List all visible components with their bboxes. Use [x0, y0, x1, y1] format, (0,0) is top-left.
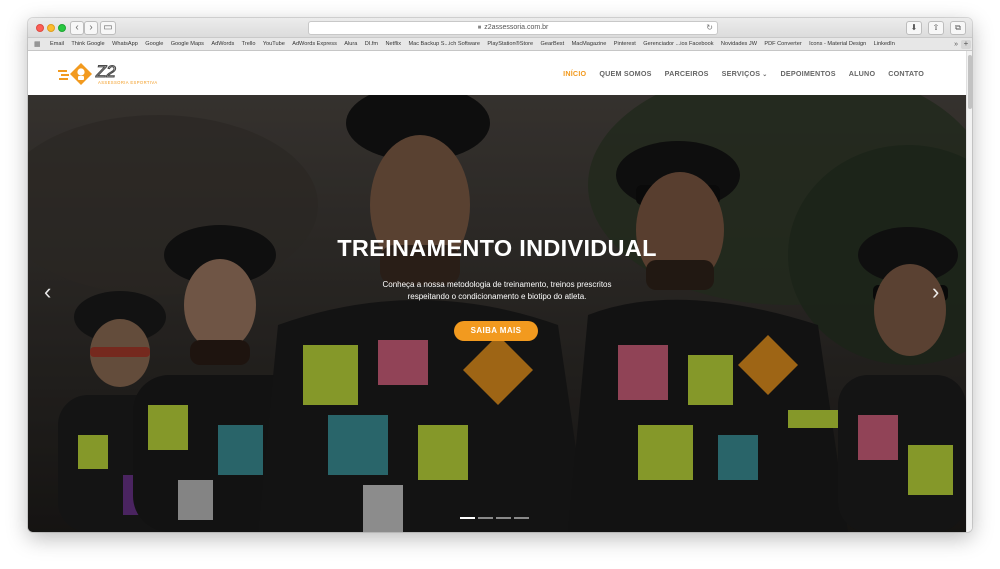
slider-pagination: [460, 517, 529, 519]
reload-icon[interactable]: ↻: [706, 22, 713, 34]
menu-item-aluno[interactable]: ALUNO: [849, 69, 876, 78]
logo-tagline-text: ASSESSORIA ESPORTIVA: [98, 80, 158, 85]
browser-titlebar: ‹ › ▭ ■ z2assessoria.com.br ↻ ⬇ ⇧ ⧉: [28, 18, 972, 38]
bookmarks-bar: ▦ Email Think Google WhatsApp Google Goo…: [28, 38, 972, 51]
bookmark-item[interactable]: Mac Backup S...ich Software: [408, 38, 480, 51]
minimize-window-button[interactable]: [47, 24, 55, 32]
hero-slider: TREINAMENTO INDIVIDUAL Conheça a nossa m…: [28, 95, 966, 532]
chevron-right-icon[interactable]: ›: [932, 281, 939, 303]
bookmark-item[interactable]: YouTube: [263, 38, 285, 51]
saiba-mais-button[interactable]: SAIBA MAIS: [454, 321, 538, 341]
chevron-left-icon[interactable]: ‹: [44, 281, 51, 303]
bookmark-item[interactable]: Novidades JW: [721, 38, 757, 51]
site-logo[interactable]: Z2 ASSESSORIA ESPORTIVA: [58, 61, 168, 85]
bookmark-item[interactable]: MacMagazine: [572, 38, 607, 51]
new-tab-icon[interactable]: +: [961, 40, 971, 49]
address-bar-url: z2assessoria.com.br: [484, 24, 549, 31]
address-bar[interactable]: ■ z2assessoria.com.br ↻: [308, 21, 718, 35]
download-icon[interactable]: ⬇: [906, 21, 922, 35]
bookmark-item[interactable]: DI.fm: [365, 38, 378, 51]
bookmark-item[interactable]: Alura: [344, 38, 357, 51]
tabs-overview-icon[interactable]: ⧉: [950, 21, 966, 35]
close-window-button[interactable]: [36, 24, 44, 32]
menu-item-depoimentos[interactable]: DEPOIMENTOS: [781, 69, 836, 78]
bookmark-item[interactable]: PlayStation®Store: [487, 38, 533, 51]
share-icon[interactable]: ⇧: [928, 21, 944, 35]
bookmark-item[interactable]: Google: [145, 38, 163, 51]
back-icon[interactable]: ‹: [70, 21, 84, 35]
bookmark-item[interactable]: Gerenciador ...ios Facebook: [643, 38, 713, 51]
maximize-window-button[interactable]: [58, 24, 66, 32]
slider-dot[interactable]: [460, 517, 475, 519]
bookmark-item[interactable]: AdWords Express: [292, 38, 337, 51]
bookmark-item[interactable]: Netflix: [386, 38, 402, 51]
slider-dot[interactable]: [496, 517, 511, 519]
bookmark-item[interactable]: Email: [50, 38, 64, 51]
bookmark-item[interactable]: LinkedIn: [874, 38, 895, 51]
menu-item-inicio[interactable]: INÍCIO: [563, 69, 586, 78]
site-header: Z2 ASSESSORIA ESPORTIVA INÍCIO QUEM SOMO…: [28, 51, 966, 95]
menu-item-contato[interactable]: CONTATO: [888, 69, 924, 78]
scrollbar-thumb[interactable]: [968, 55, 972, 109]
menu-item-parceiros[interactable]: PARCEIROS: [665, 69, 709, 78]
lock-icon: ■: [477, 25, 482, 31]
bookmark-item[interactable]: AdWords: [211, 38, 234, 51]
hero-subtitle: Conheça a nossa metodologia de treinamen…: [382, 280, 612, 301]
bookmark-item[interactable]: Google Maps: [171, 38, 204, 51]
menu-item-quem-somos[interactable]: QUEM SOMOS: [599, 69, 651, 78]
bookmark-list: Email Think Google WhatsApp Google Googl…: [50, 38, 895, 51]
bookmark-item[interactable]: GearBest: [541, 38, 565, 51]
bookmark-item[interactable]: PDF Converter: [764, 38, 801, 51]
slider-dot[interactable]: [514, 517, 529, 519]
bookmark-item[interactable]: Pinterest: [614, 38, 636, 51]
menu-item-servicos-label: SERVIÇOS: [721, 68, 761, 78]
browser-window: ‹ › ▭ ■ z2assessoria.com.br ↻ ⬇ ⇧ ⧉ ▦ Ema…: [28, 18, 972, 532]
hero-title: TREINAMENTO INDIVIDUAL: [337, 235, 657, 261]
bookmark-item[interactable]: Icons - Material Design: [809, 38, 866, 51]
website: Z2 ASSESSORIA ESPORTIVA INÍCIO QUEM SOMO…: [28, 51, 972, 532]
hero-dark-overlay: [28, 95, 966, 532]
more-bookmarks-icon[interactable]: »: [954, 38, 958, 51]
menu-item-servicos[interactable]: SERVIÇOS ⌄: [722, 69, 768, 78]
main-menu: INÍCIO QUEM SOMOS PARCEIROS SERVIÇOS ⌄ DE…: [563, 51, 924, 95]
bookmark-item[interactable]: Think Google: [71, 38, 104, 51]
chevron-down-icon: ⌄: [762, 71, 768, 78]
forward-icon[interactable]: ›: [84, 21, 98, 35]
grid-icon[interactable]: ▦: [34, 41, 42, 48]
logo-brand-text: Z2: [95, 62, 116, 81]
slider-dot[interactable]: [478, 517, 493, 519]
bookmark-item[interactable]: Trello: [242, 38, 256, 51]
page-scrollbar[interactable]: [966, 51, 972, 532]
sidebar-icon[interactable]: ▭: [100, 21, 116, 35]
bookmark-item[interactable]: WhatsApp: [112, 38, 138, 51]
logo-mark-icon: Z2 ASSESSORIA ESPORTIVA: [58, 61, 158, 85]
